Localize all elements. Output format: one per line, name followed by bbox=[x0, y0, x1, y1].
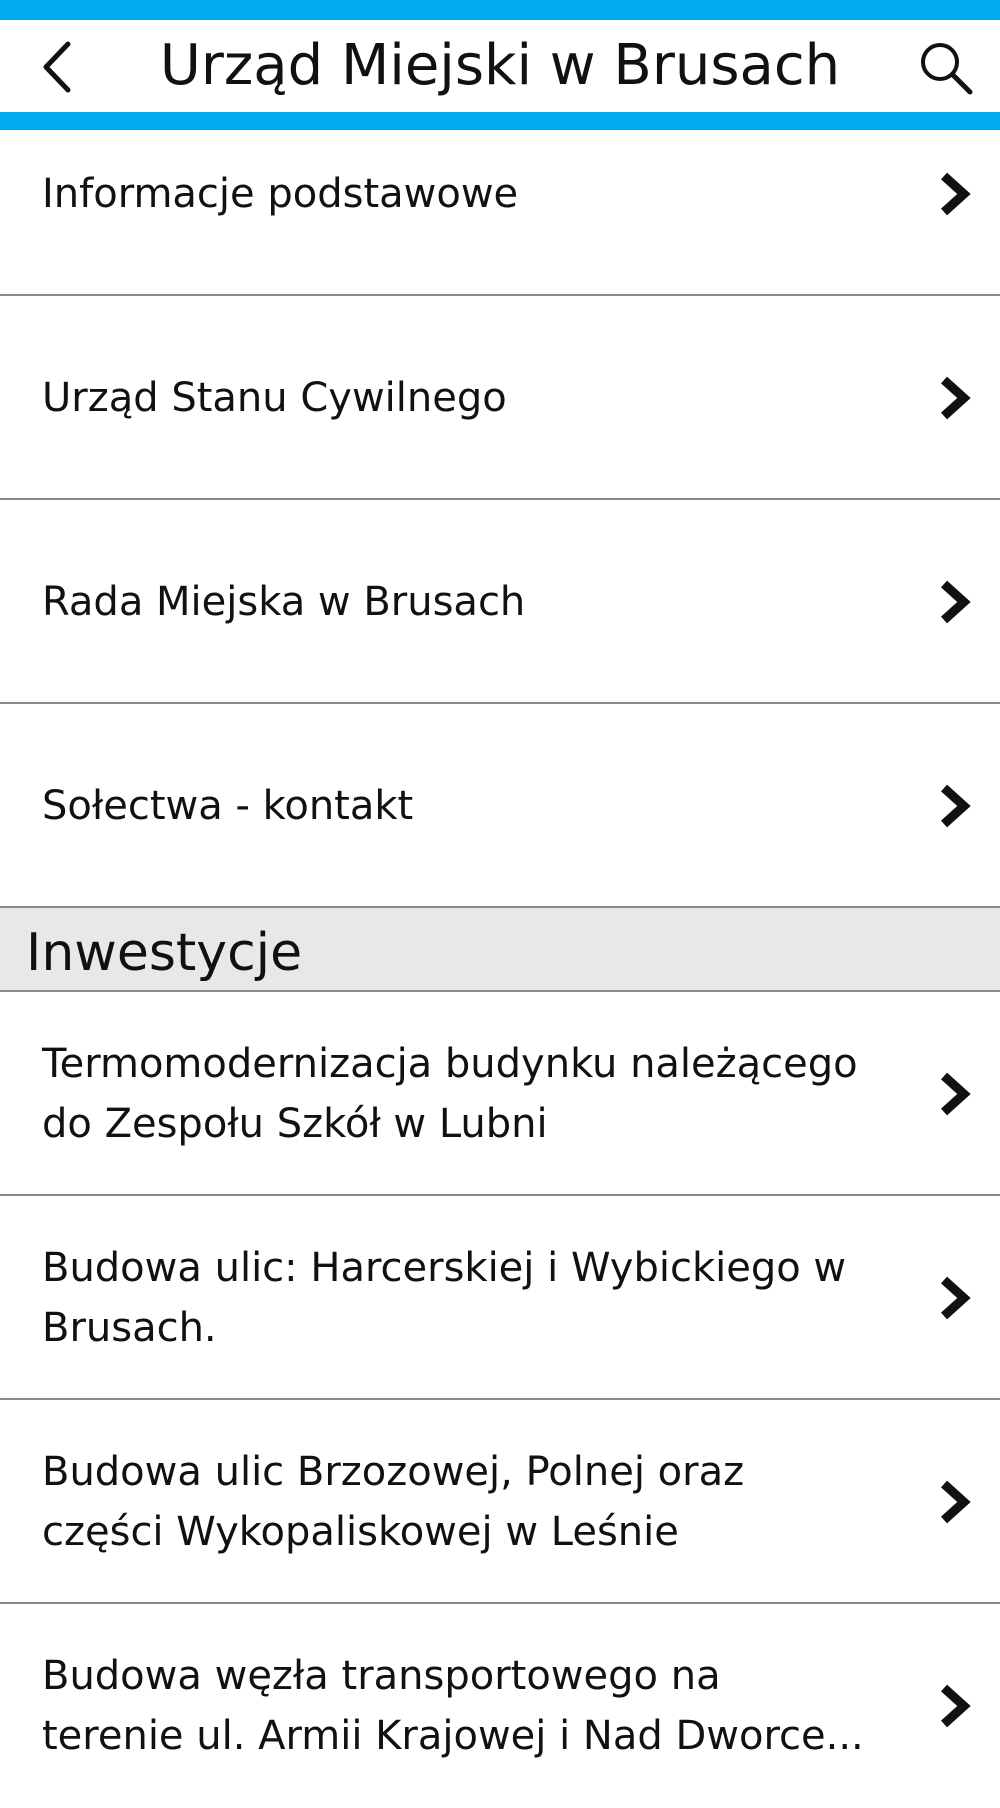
chevron-right-icon bbox=[940, 580, 971, 624]
chevron-right-icon bbox=[940, 376, 971, 420]
list-item-label: Informacje podstawowe bbox=[42, 171, 519, 217]
section-header-inwestycje: Inwestycje bbox=[0, 908, 1000, 992]
list-item-informacje-podstawowe[interactable]: Informacje podstawowe bbox=[0, 130, 1000, 296]
chevron-right-icon bbox=[940, 172, 971, 216]
list-item-rada-miejska[interactable]: Rada Miejska w Brusach bbox=[0, 500, 1000, 704]
chevron-left-icon bbox=[43, 41, 71, 93]
list-item-label: Rada Miejska w Brusach bbox=[42, 579, 526, 625]
list-item-investment[interactable]: Budowa węzła transportowego na terenie u… bbox=[0, 1604, 1000, 1808]
list-item-investment[interactable]: Budowa ulic Brzozowej, Polnej oraz częśc… bbox=[0, 1400, 1000, 1604]
search-icon bbox=[921, 43, 973, 95]
list-item-label: Budowa węzła transportowego na terenie u… bbox=[42, 1653, 864, 1759]
chevron-right-icon bbox=[940, 784, 971, 828]
list-item-label: Termomodernizacja budynku należącego do … bbox=[42, 1041, 858, 1147]
app-header: Urząd Miejski w Brusach bbox=[0, 0, 1000, 130]
list-item-urzad-stanu-cywilnego[interactable]: Urząd Stanu Cywilnego bbox=[0, 296, 1000, 500]
chevron-right-icon bbox=[940, 1480, 971, 1524]
list-item-label: Sołectwa - kontakt bbox=[42, 783, 414, 829]
chevron-right-icon bbox=[940, 1276, 971, 1320]
chevron-right-icon bbox=[940, 1684, 971, 1728]
list-item-label: Budowa ulic Brzozowej, Polnej oraz częśc… bbox=[42, 1449, 745, 1555]
list-item-investment[interactable]: Budowa ulic: Harcerskiej i Wybickiego w … bbox=[0, 1196, 1000, 1400]
list-item-solectwa-kontakt[interactable]: Sołectwa - kontakt bbox=[0, 704, 1000, 908]
chevron-right-icon bbox=[940, 1072, 971, 1116]
section-title: Inwestycje bbox=[26, 923, 303, 983]
list-item-label: Urząd Stanu Cywilnego bbox=[42, 375, 507, 421]
back-button[interactable] bbox=[30, 32, 90, 102]
list-item-investment[interactable]: Termomodernizacja budynku należącego do … bbox=[0, 992, 1000, 1196]
search-button[interactable] bbox=[914, 36, 978, 100]
menu-list: Informacje podstawowe Urząd Stanu Cywiln… bbox=[0, 130, 1000, 1808]
page-title: Urząd Miejski w Brusach bbox=[159, 33, 841, 98]
list-item-label: Budowa ulic: Harcerskiej i Wybickiego w … bbox=[42, 1245, 847, 1351]
